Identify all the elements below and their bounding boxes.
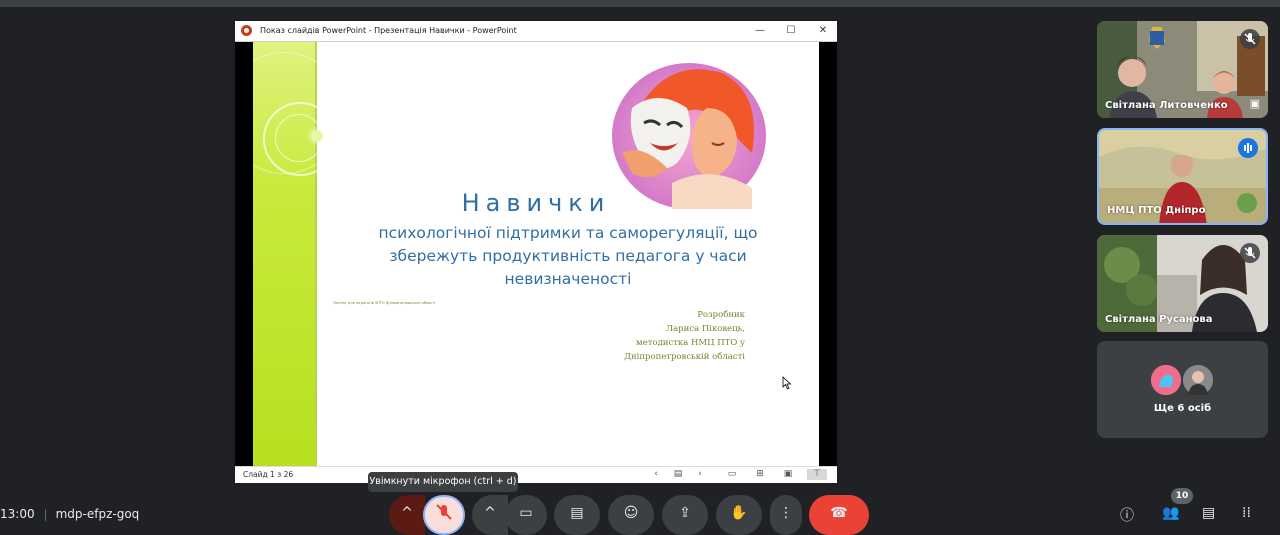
slide-counter: Слайд 1 з 26 xyxy=(243,470,294,479)
present-button[interactable]: ⇪ xyxy=(662,495,708,535)
emoji-button[interactable]: ☺ xyxy=(608,495,654,535)
slide-area: Навички психологічної підтримки та самор… xyxy=(235,42,837,466)
more-options-button[interactable]: ⋮ xyxy=(770,495,802,535)
author-line: методистка НМЦ ПТО у xyxy=(636,338,745,348)
chevron-up-icon: ^ xyxy=(401,505,413,521)
presentation-status-bar: Слайд 1 з 26 ‹ ▤ › ▭ ⊞ ▣ ⊤ xyxy=(235,466,837,483)
camera-options-button[interactable]: ^ xyxy=(472,495,508,535)
more-vert-icon: ⋮ xyxy=(779,505,793,521)
participant-tile[interactable]: Світлана Литовченко ▣ xyxy=(1097,21,1268,118)
mic-off-icon xyxy=(436,504,452,520)
window-title: Показ слайдів PowerPoint - Презентація Н… xyxy=(260,26,517,35)
avatar xyxy=(1151,365,1181,395)
author-line: Лариса Піковець, xyxy=(666,324,745,334)
speaking-indicator-icon xyxy=(1238,138,1258,158)
author-line: Дніпропетровській області xyxy=(624,352,745,362)
chevron-up-icon: ^ xyxy=(484,505,496,521)
next-slide-button[interactable]: › xyxy=(695,469,705,480)
leave-call-button[interactable]: ☎ xyxy=(809,495,869,535)
participant-count-badge: 10 xyxy=(1171,488,1193,504)
info-icon[interactable]: ⓘ xyxy=(1120,505,1134,525)
participant-name: Світлана Литовченко xyxy=(1105,100,1228,111)
muted-mic-icon xyxy=(1240,243,1260,263)
slide[interactable]: Навички психологічної підтримки та самор… xyxy=(253,42,819,466)
avatar xyxy=(1183,365,1213,395)
mouse-cursor-icon xyxy=(782,376,792,390)
hang-up-icon: ☎ xyxy=(830,505,848,521)
camera-toggle-button[interactable]: ▭ xyxy=(505,495,547,535)
close-button[interactable]: ✕ xyxy=(812,23,834,39)
microphone-toggle-button[interactable] xyxy=(423,495,465,535)
emoji-icon: ☺ xyxy=(623,505,639,521)
screen-share-icon: ▣ xyxy=(1249,97,1260,110)
normal-view-icon[interactable]: ▭ xyxy=(725,469,739,480)
present-screen-icon: ⇪ xyxy=(679,505,691,521)
mic-tooltip: Увімкнути мікрофон (ctrl + d) xyxy=(368,472,518,492)
hand-icon: ✋ xyxy=(730,505,748,521)
author-line: Розробник xyxy=(697,310,745,320)
captions-icon: ▤ xyxy=(570,505,584,521)
minimize-button[interactable]: — xyxy=(749,23,771,39)
people-icon[interactable]: 👥 xyxy=(1162,505,1179,521)
meeting-info: 13:00 mdp-efpz-goq xyxy=(0,507,139,521)
more-participants-label: Ще 6 осіб xyxy=(1153,403,1212,414)
captions-button[interactable]: ▤ xyxy=(554,495,600,535)
participant-name: НМЦ ПТО Дніпро xyxy=(1107,205,1206,216)
meeting-time: 13:00 xyxy=(0,507,35,521)
slide-heading: Навички xyxy=(461,189,611,217)
previous-slide-button[interactable]: ‹ xyxy=(651,469,661,480)
maximize-button[interactable]: ☐ xyxy=(780,23,802,39)
slide-author: Розробник Лариса Піковець, методистка НМ… xyxy=(573,308,745,364)
participant-tile-active-speaker[interactable]: НМЦ ПТО Дніпро xyxy=(1097,128,1268,225)
slide-menu-icon[interactable]: ▤ xyxy=(672,469,684,480)
meeting-code: mdp-efpz-goq xyxy=(55,507,140,521)
slide-sorter-icon[interactable]: ⊞ xyxy=(753,469,767,480)
chat-icon[interactable]: ▤ xyxy=(1202,505,1215,521)
slide-subtitle: психологічної підтримки та саморегуляції… xyxy=(378,224,758,288)
powerpoint-logo-icon xyxy=(241,25,252,36)
decor-dot xyxy=(311,130,323,142)
reading-view-icon[interactable]: ▣ xyxy=(781,469,795,480)
more-participants-tile[interactable]: Ще 6 осіб xyxy=(1097,341,1268,438)
activities-icon[interactable]: ⁞⁞ xyxy=(1242,505,1251,521)
top-bar xyxy=(0,0,1280,7)
divider xyxy=(44,508,46,521)
video-camera-icon: ▭ xyxy=(519,505,533,521)
raise-hand-button[interactable]: ✋ xyxy=(716,495,762,535)
slide-small-text: Тренінг для педагогів ЗПТО Дніпропетровс… xyxy=(333,301,436,305)
theatre-mask-illustration-icon xyxy=(612,63,766,209)
mic-options-button[interactable]: ^ xyxy=(389,495,425,535)
participant-tile[interactable]: Світлана Русанова xyxy=(1097,235,1268,332)
muted-mic-icon xyxy=(1240,29,1260,49)
presentation-window: Показ слайдів PowerPoint - Презентація Н… xyxy=(235,21,837,483)
participant-name: Світлана Русанова xyxy=(1105,314,1213,325)
window-titlebar: Показ слайдів PowerPoint - Презентація Н… xyxy=(235,21,837,42)
slideshow-view-icon[interactable]: ⊤ xyxy=(807,469,827,480)
